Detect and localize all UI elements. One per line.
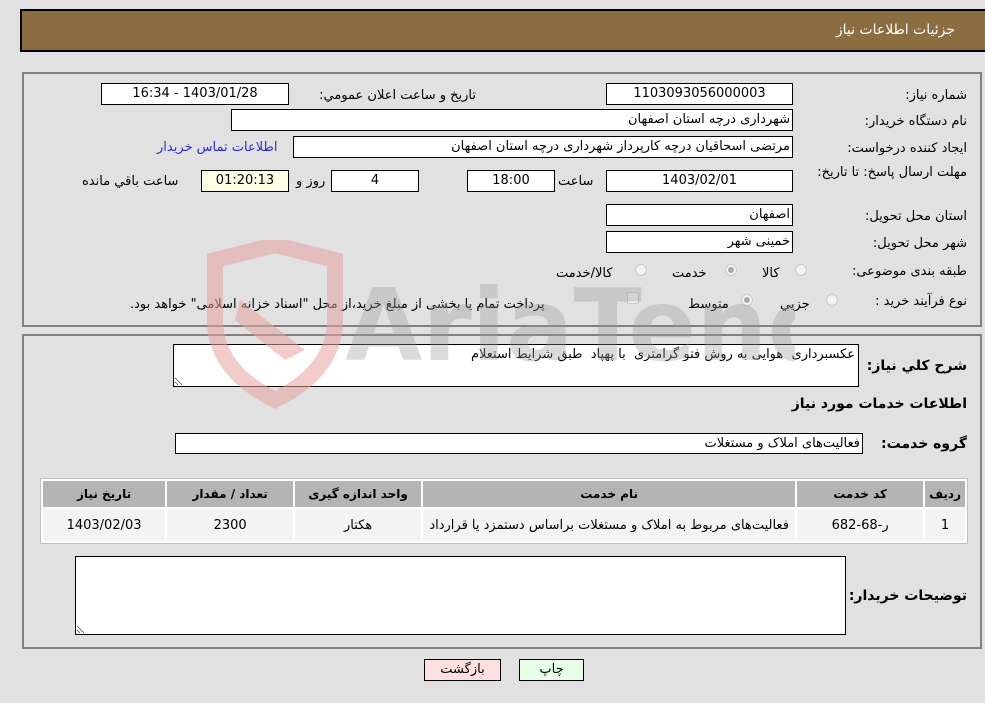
table-row: 1 ر-68-682 فعالیت‌های مربوط به املاک و م… — [43, 509, 965, 541]
description-label: شرح کلي نیاز: — [866, 358, 967, 374]
process-radio-minor[interactable] — [826, 294, 838, 306]
process-option-medium-label: متوسط — [688, 297, 729, 312]
category-radio-service[interactable] — [725, 264, 737, 276]
treasury-note: پرداخت تمام یا بخشی از مبلغ خرید،از محل … — [130, 297, 545, 312]
cell-quantity: 2300 — [167, 509, 294, 541]
province-field: اصفهان — [606, 204, 793, 226]
print-button[interactable]: چاپ — [519, 659, 584, 681]
deadline-time-field: 18:00 — [467, 170, 555, 192]
treasury-checkbox[interactable] — [627, 292, 639, 304]
days-label: روز و — [296, 174, 326, 189]
category-option-goods-label: کالا — [762, 266, 780, 281]
col-header-service-name: نام خدمت — [423, 481, 796, 507]
creator-label: ایجاد کننده درخواست: — [847, 141, 967, 156]
city-field: خمینی شهر — [606, 231, 793, 253]
city-label: شهر محل تحویل: — [872, 236, 967, 251]
col-header-service-code: کد خدمت — [797, 481, 924, 507]
cell-need-date: 1403/02/03 — [43, 509, 166, 541]
need-number-label: شماره نیاز: — [905, 88, 967, 103]
buyer-notes-label: توضیحات خریدار: — [848, 588, 967, 604]
back-button[interactable]: بازگشت — [424, 659, 501, 681]
creator-field: مرتضی اسحاقیان درچه کارپرداز شهرداری درچ… — [293, 136, 793, 158]
cell-row-number: 1 — [925, 509, 965, 541]
services-table: ردیف کد خدمت نام خدمت واحد اندازه گیری ت… — [40, 478, 968, 544]
days-remaining-field: 4 — [331, 170, 419, 192]
need-number-field: 1103093056000003 — [606, 83, 793, 105]
category-radio-goods-service[interactable] — [635, 264, 647, 276]
col-header-need-date: تاریخ نیاز — [43, 481, 166, 507]
category-radio-goods[interactable] — [795, 264, 807, 276]
deadline-label: مهلت ارسال پاسخ: تا تاریخ: — [817, 165, 967, 180]
deadline-date-field: 1403/02/01 — [606, 170, 793, 192]
cell-service-code: ر-68-682 — [797, 509, 924, 541]
service-group-field: فعالیت‌های املاک و مستغلات — [175, 433, 863, 454]
buyer-notes-textarea[interactable] — [75, 556, 846, 635]
deadline-time-label: ساعت — [558, 174, 594, 189]
announce-datetime-field: 1403/01/28 - 16:34 — [101, 83, 289, 105]
cell-service-name: فعالیت‌های مربوط به املاک و مستغلات براس… — [423, 509, 796, 541]
category-option-service-label: خدمت — [672, 266, 707, 281]
process-option-minor-label: جزيي — [780, 297, 810, 312]
buyer-org-label: نام دستگاه خریدار: — [864, 114, 967, 129]
remaining-time-field: 01:20:13 — [201, 170, 289, 192]
announce-label: تاریخ و ساعت اعلان عمومي: — [319, 88, 476, 103]
page-header: جزئیات اطلاعات نیاز — [20, 9, 985, 52]
remaining-time-label: ساعت باقي مانده — [82, 174, 179, 189]
category-option-goods-service-label: کالا/خدمت — [556, 266, 613, 281]
description-textarea[interactable] — [173, 344, 859, 387]
page-title: جزئیات اطلاعات نیاز — [835, 22, 955, 38]
services-section-title: اطلاعات خدمات مورد نیاز — [791, 396, 967, 412]
buyer-contact-link[interactable]: اطلاعات تماس خریدار — [157, 140, 277, 155]
col-header-quantity: تعداد / مقدار — [167, 481, 294, 507]
col-header-unit: واحد اندازه گیری — [295, 481, 422, 507]
service-group-label: گروه خدمت: — [881, 436, 967, 452]
category-label: طبقه بندی موضوعی: — [851, 264, 967, 279]
table-header-row: ردیف کد خدمت نام خدمت واحد اندازه گیری ت… — [43, 481, 965, 507]
province-label: استان محل تحویل: — [865, 209, 967, 224]
col-header-row-number: ردیف — [925, 481, 965, 507]
process-radio-medium[interactable] — [741, 294, 753, 306]
cell-unit: هکتار — [295, 509, 422, 541]
buyer-org-field: شهرداری درچه استان اصفهان — [231, 109, 793, 131]
process-type-label: نوع فرآیند خرید : — [875, 294, 967, 309]
